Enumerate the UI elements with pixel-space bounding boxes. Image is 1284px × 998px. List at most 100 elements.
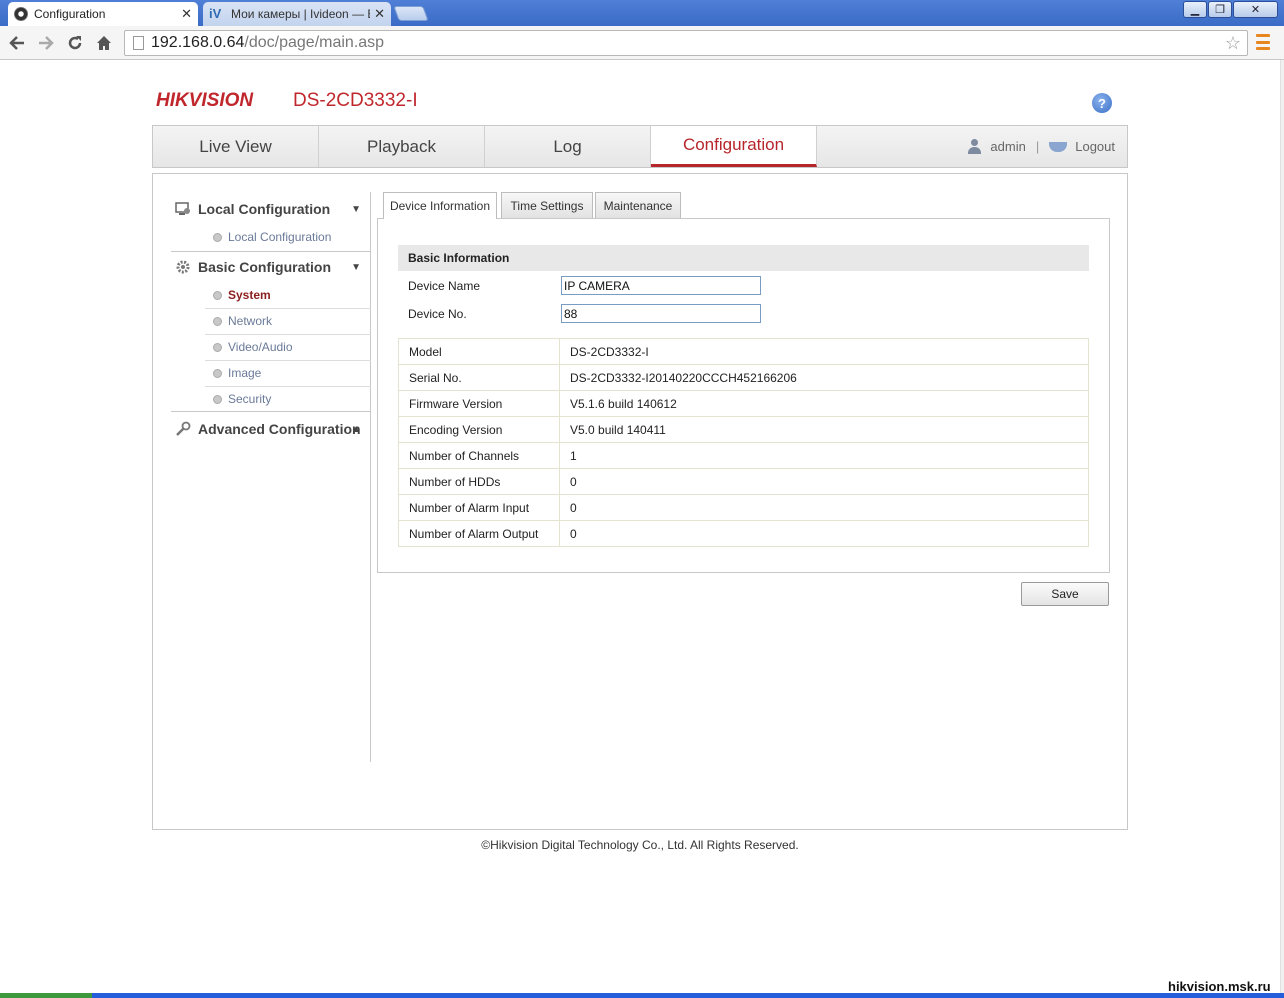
sidebar-item-label: System [228, 288, 271, 302]
device-info-panel: Basic Information Device Name Device No.… [377, 218, 1110, 573]
table-row: Number of HDDs 0 [398, 468, 1089, 495]
sidebar-item-system[interactable]: System [205, 282, 371, 308]
nav-playback[interactable]: Playback [319, 126, 485, 167]
gear-icon [175, 259, 191, 275]
forward-icon[interactable] [34, 31, 58, 55]
save-button[interactable]: Save [1021, 582, 1109, 606]
logout-link[interactable]: Logout [1075, 139, 1115, 154]
local-config-icon [175, 201, 191, 217]
sidebar: Local Configuration ▼ Local Configuratio… [171, 192, 371, 762]
tab-title: Мои камеры | Ivideon — Ви [231, 7, 371, 21]
sidebar-group-local[interactable]: Local Configuration ▼ [171, 194, 371, 224]
device-name-input[interactable] [561, 276, 761, 295]
info-value: 0 [559, 494, 1089, 521]
sidebar-item-image[interactable]: Image [205, 360, 371, 386]
address-bar[interactable]: 192.168.0.64/doc/page/main.asp ☆ [124, 30, 1248, 56]
nav-configuration[interactable]: Configuration [651, 126, 817, 167]
chevron-down-icon: ▼ [351, 261, 361, 273]
sidebar-item-network[interactable]: Network [205, 308, 371, 334]
table-row: Number of Alarm Input 0 [398, 494, 1089, 521]
back-icon[interactable] [5, 31, 29, 55]
bookmark-star-icon[interactable]: ☆ [1225, 33, 1241, 54]
wrench-icon [175, 421, 191, 437]
info-value: 1 [559, 442, 1089, 469]
bullet-icon [213, 368, 222, 378]
sidebar-item-label: Image [228, 366, 262, 380]
home-icon[interactable] [92, 31, 116, 55]
info-value: 0 [559, 520, 1089, 547]
tab-device-information[interactable]: Device Information [383, 192, 497, 219]
tab-close-icon[interactable]: ✕ [374, 6, 385, 22]
sidebar-group-label: Advanced Configuration [198, 421, 361, 437]
chevron-up-icon: ▲ [351, 423, 361, 435]
separator: | [1035, 139, 1040, 154]
sidebar-item-security[interactable]: Security [205, 386, 371, 412]
sidebar-item-label: Network [228, 314, 273, 328]
sidebar-item-local-configuration[interactable]: Local Configuration [205, 224, 371, 250]
info-value: V5.0 build 140411 [559, 416, 1089, 443]
new-tab-button[interactable] [393, 6, 429, 21]
url-path: /doc/page/main.asp [244, 34, 385, 51]
info-label: Firmware Version [398, 390, 560, 417]
os-taskbar [0, 993, 1284, 998]
device-no-input[interactable] [561, 304, 761, 323]
device-name-label: Device Name [408, 279, 481, 293]
device-info-table: Model DS-2CD3332-I Serial No. DS-2CD3332-I2… [398, 338, 1089, 547]
scrollbar[interactable] [1280, 60, 1284, 998]
table-row: Model DS-2CD3332-I [398, 338, 1089, 365]
sidebar-item-label: Video/Audio [228, 340, 293, 354]
info-label: Encoding Version [398, 416, 560, 443]
nav-live-view[interactable]: Live View [153, 126, 319, 167]
info-label: Number of HDDs [398, 468, 560, 495]
footer-copyright: ©Hikvision Digital Technology Co., Ltd. … [481, 838, 799, 852]
start-button[interactable] [0, 993, 92, 998]
table-row: Firmware Version V5.1.6 build 140612 [398, 390, 1089, 417]
hikvision-logo: HIKVISION [156, 90, 254, 111]
browser-tab-ivideon[interactable]: iV Мои камеры | Ivideon — Ви ✕ [203, 2, 391, 26]
minimize-button[interactable]: ▁ [1183, 1, 1207, 18]
info-value: DS-2CD3332-I20140220CCCH452166206 [559, 364, 1089, 391]
info-value: DS-2CD3332-I [559, 338, 1089, 365]
watermark: hikvision.msk.ru [1168, 979, 1271, 994]
browser-tab-configuration[interactable]: Configuration ✕ [8, 2, 198, 26]
maximize-button[interactable]: ❐ [1208, 1, 1232, 18]
browser-toolbar: 192.168.0.64/doc/page/main.asp ☆ [0, 26, 1284, 60]
reload-icon[interactable] [63, 31, 87, 55]
browser-titlebar: Configuration ✕ iV Мои камеры | Ivideon … [0, 0, 1284, 26]
sidebar-group-label: Basic Configuration [198, 259, 332, 275]
page-icon [133, 36, 144, 50]
help-icon[interactable]: ? [1092, 93, 1112, 113]
info-value: 0 [559, 468, 1089, 495]
bullet-icon [213, 342, 222, 352]
sidebar-group-advanced[interactable]: Advanced Configuration ▲ [171, 414, 371, 444]
sidebar-group-basic[interactable]: Basic Configuration ▼ [171, 252, 371, 282]
divider [171, 411, 371, 412]
logout-icon[interactable] [1049, 141, 1068, 152]
device-model-title: DS-2CD3332-I [293, 90, 418, 111]
info-label: Serial No. [398, 364, 560, 391]
device-no-label: Device No. [408, 307, 467, 321]
info-label: Number of Alarm Input [398, 494, 560, 521]
camera-favicon-icon [14, 7, 28, 21]
bullet-icon [213, 394, 222, 404]
table-row: Serial No. DS-2CD3332-I20140220CCCH452166… [398, 364, 1089, 391]
tab-maintenance[interactable]: Maintenance [595, 192, 681, 218]
section-heading: Basic Information [398, 245, 1089, 271]
nav-log[interactable]: Log [485, 126, 651, 167]
close-window-button[interactable]: ✕ [1233, 1, 1278, 18]
main-navigation: Live View Playback Log Configuration adm… [152, 125, 1128, 168]
info-label: Model [398, 338, 560, 365]
tab-close-icon[interactable]: ✕ [181, 6, 192, 22]
table-row: Number of Alarm Output 0 [398, 520, 1089, 547]
bullet-icon [213, 232, 222, 242]
ivideon-favicon-icon: iV [209, 6, 222, 21]
user-icon [967, 139, 982, 154]
url-host: 192.168.0.64 [151, 34, 245, 51]
bullet-icon [213, 316, 222, 326]
table-row: Number of Channels 1 [398, 442, 1089, 469]
info-label: Number of Alarm Output [398, 520, 560, 547]
sidebar-item-video-audio[interactable]: Video/Audio [205, 334, 371, 360]
username: admin [990, 139, 1026, 154]
tab-time-settings[interactable]: Time Settings [501, 192, 593, 218]
menu-icon[interactable] [1256, 34, 1270, 50]
